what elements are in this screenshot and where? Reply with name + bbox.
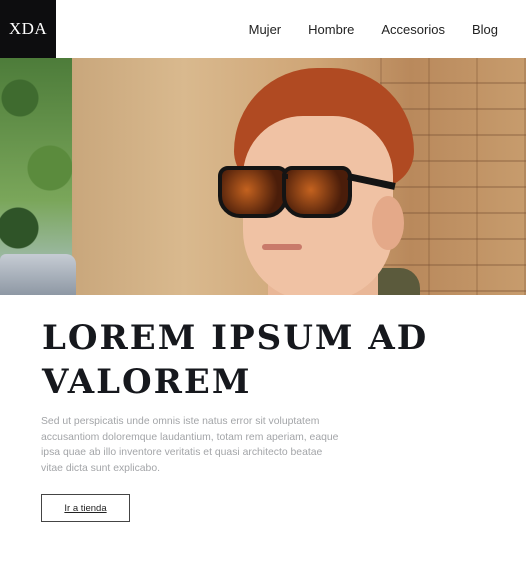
hero-image-background-car	[0, 254, 76, 295]
hero-title-line-1: LOREM IPSUM AD	[42, 318, 429, 358]
sunglasses-bridge	[282, 174, 288, 179]
nav-item-accesorios[interactable]: Accesorios	[381, 22, 445, 37]
nav-item-blog[interactable]: Blog	[472, 22, 498, 37]
brand-logo[interactable]: XDA	[0, 0, 56, 58]
hero-title-line-2: VALOREM	[42, 362, 252, 402]
sunglasses-right-lens-icon	[282, 166, 352, 218]
nav-item-hombre[interactable]: Hombre	[308, 22, 354, 37]
hero-description: Sed ut perspicatis unde omnis iste natus…	[41, 416, 339, 474]
main-nav: Mujer Hombre Accesorios Blog	[222, 0, 526, 58]
nav-item-mujer[interactable]: Mujer	[249, 22, 282, 37]
shop-button[interactable]: Ir a tienda	[41, 494, 130, 522]
brand-logo-text: XDA	[8, 19, 48, 38]
sunglasses-left-lens-icon	[218, 166, 288, 218]
hero-image	[0, 58, 526, 295]
hero-image-mouth	[262, 244, 302, 250]
hero-title: LOREM IPSUM AD VALOREM	[42, 316, 462, 404]
hero-image-ear	[372, 196, 404, 250]
